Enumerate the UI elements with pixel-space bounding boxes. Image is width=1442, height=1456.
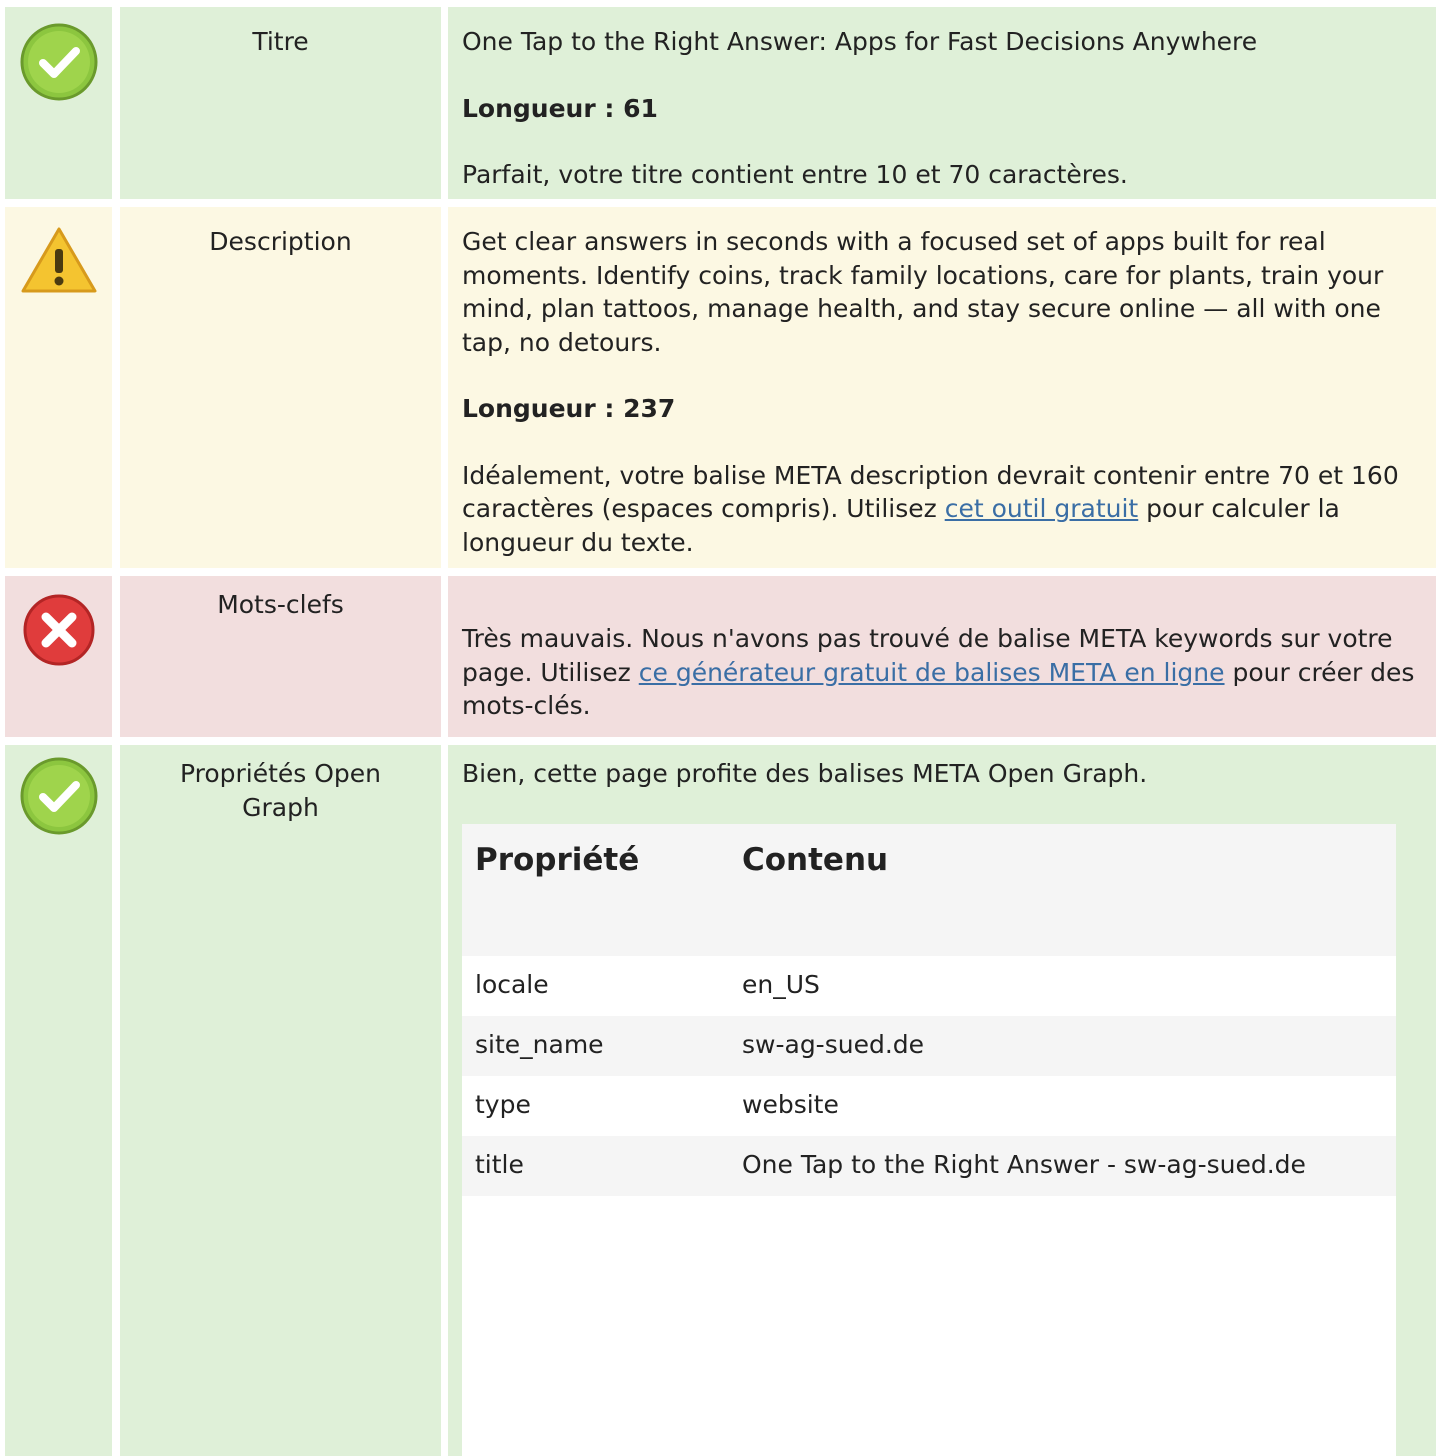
status-message: Très mauvais. Nous n'avons pas trouvé de… (462, 622, 1422, 723)
status-cell (5, 7, 112, 199)
seo-report: Titre One Tap to the Right Answer: Apps … (0, 0, 1442, 1456)
status-message: Bien, cette page profite des balises MET… (462, 759, 1148, 788)
label-cell: Description (120, 207, 441, 568)
content-cell: One Tap to the Right Answer - sw-ag-sued… (742, 1150, 1306, 1179)
status-cell (5, 576, 112, 737)
status-message: Idéalement, votre balise META descriptio… (462, 459, 1422, 560)
content-cell: website (742, 1090, 839, 1119)
row-label: Titre (252, 27, 309, 56)
keywords-row: Mots-clefs Très mauvais. Nous n'avons pa… (0, 576, 1442, 737)
check-circle-icon (19, 22, 99, 102)
label-cell: Propriétés Open Graph (120, 745, 441, 1456)
column-header-content: Contenu (742, 842, 889, 878)
description-row: Description Get clear answers in seconds… (0, 207, 1442, 568)
property-cell: site_name (475, 1030, 604, 1059)
content-cell: Get clear answers in seconds with a focu… (448, 207, 1436, 568)
status-cell (5, 207, 112, 568)
error-circle-icon (22, 593, 96, 667)
content-cell: Très mauvais. Nous n'avons pas trouvé de… (448, 576, 1436, 737)
content-cell: en_US (742, 970, 820, 999)
table-row: locale en_US (462, 956, 1396, 1016)
column-header-property: Propriété (475, 842, 640, 878)
table-row: type website (462, 1076, 1396, 1136)
property-cell: locale (475, 970, 549, 999)
row-label: Description (209, 227, 352, 256)
free-tool-link[interactable]: cet outil gratuit (945, 494, 1139, 523)
label-cell: Titre (120, 7, 441, 199)
length-value: Longueur : 61 (462, 93, 658, 123)
status-message: Parfait, votre titre contient entre 10 e… (462, 160, 1128, 189)
content-cell: One Tap to the Right Answer: Apps for Fa… (448, 7, 1436, 199)
meta-generator-link[interactable]: ce générateur gratuit de balises META en… (639, 658, 1225, 687)
status-cell (5, 745, 112, 1456)
table-row: title One Tap to the Right Answer - sw-a… (462, 1136, 1396, 1196)
row-label: Propriétés Open Graph (179, 759, 382, 822)
row-label: Mots-clefs (217, 590, 344, 619)
property-cell: type (475, 1090, 531, 1119)
warning-triangle-icon (20, 225, 98, 295)
title-value: One Tap to the Right Answer: Apps for Fa… (462, 27, 1258, 56)
description-value: Get clear answers in seconds with a focu… (462, 227, 1384, 357)
property-cell: title (475, 1150, 524, 1179)
content-cell: sw-ag-sued.de (742, 1030, 925, 1059)
check-circle-icon (19, 756, 99, 836)
title-row: Titre One Tap to the Right Answer: Apps … (0, 7, 1442, 199)
table-header: Propriété Contenu (462, 824, 1396, 956)
table-row: site_name sw-ag-sued.de (462, 1016, 1396, 1076)
length-value: Longueur : 237 (462, 394, 676, 423)
opengraph-table: Propriété Contenu locale en_US site_name… (462, 824, 1396, 1456)
label-cell: Mots-clefs (120, 576, 441, 737)
